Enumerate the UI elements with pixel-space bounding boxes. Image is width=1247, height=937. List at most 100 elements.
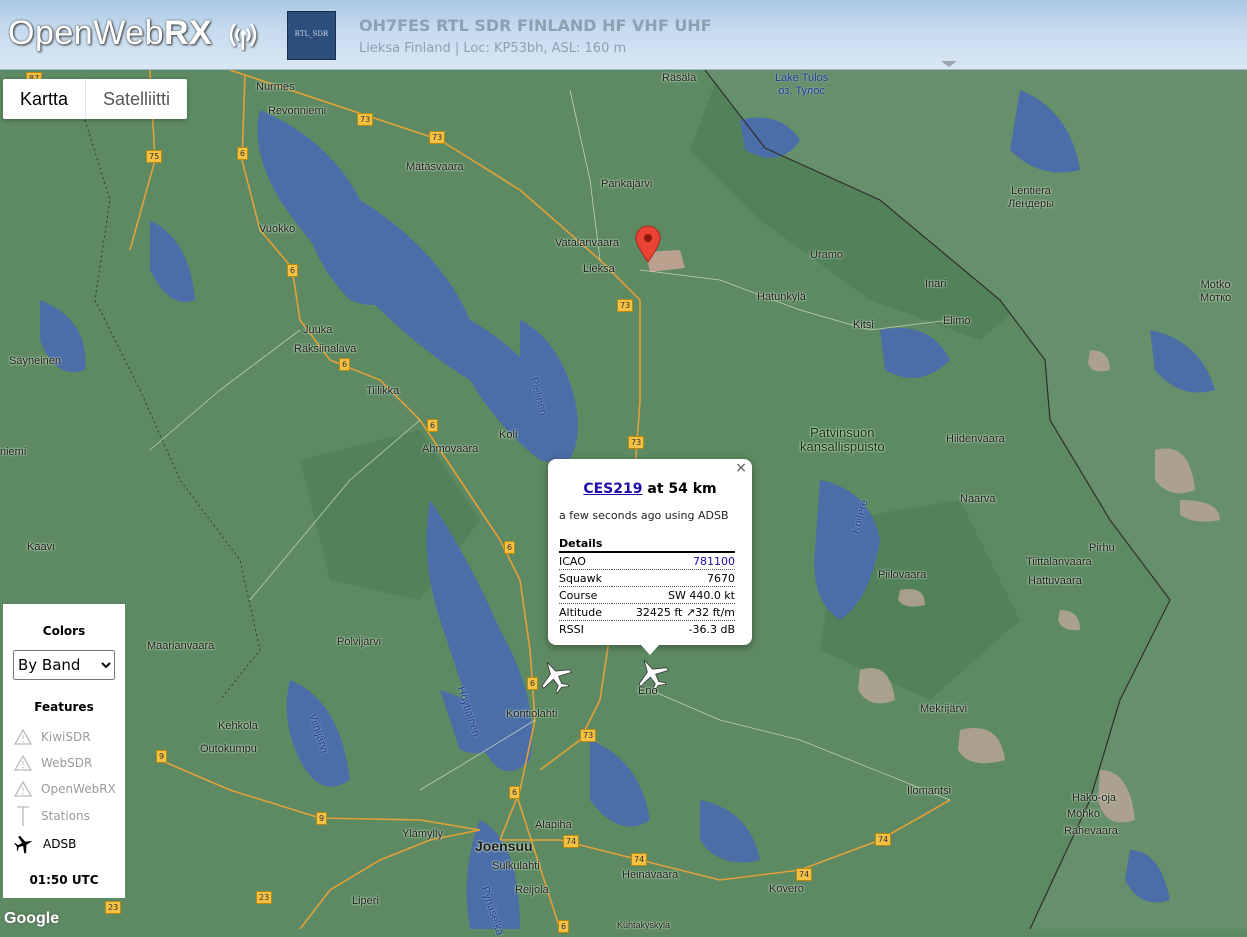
place-name-ru: Лендеры [1008,198,1054,210]
place-label: Piilovaara [878,569,927,581]
road-shield: 6 [427,419,439,432]
google-logo[interactable]: Google [4,910,59,928]
map-type-control: Kartta Satelliitti [3,79,188,119]
place-label: Koli [499,429,518,441]
detail-key: Course [559,588,598,602]
road-shield: 23 [256,891,273,904]
place-name: Lentiera [1011,185,1051,197]
road-shield: 74 [796,868,813,881]
detail-value: SW 440.0 kt [667,588,735,602]
place-label: Outokumpu [200,743,257,755]
popup-close-button[interactable]: × [735,460,747,476]
airplane-icon [14,835,33,854]
park-label: Patvinsuon kansallispuisto [800,426,885,454]
place-label: Naarva [960,493,996,505]
place-label: Kovero [769,883,804,895]
place-label: Kontiolahti [506,708,558,720]
place-label: Liperi [352,895,379,907]
detail-value: 32425 ft ↗32 ft/m [635,605,735,619]
place-label: Tiittalanvaara [1026,556,1092,568]
place-label: Räsälä [662,72,697,84]
utc-clock: 01:50 UTC [29,873,99,887]
lake-name: Lake Tulos [775,72,829,84]
detail-value: 7670 [707,571,735,585]
map-type-satellite-button[interactable]: Satelliitti [86,79,187,119]
antenna-icon [17,806,29,826]
lake-label: Lake Tulos оз. Тулос [775,72,828,98]
place-label: Möhkö [1067,808,1101,820]
station-subtitle: Lieksa Finland | Loc: KP53bh, ASL: 160 m [359,41,627,56]
road-shield: 6 [287,264,299,277]
warning-triangle-icon [13,728,33,745]
park-name-1: Patvinsuon [810,425,875,440]
road-shield: 6 [339,358,351,371]
logo-open: Open [8,14,94,52]
road-shield: 74 [631,853,648,866]
road-shield: 6 [509,786,521,799]
place-label: Räksiinalava [294,343,357,355]
station-avatar-text: RTL_SDR [294,30,329,38]
place-label: Hako-oja [1072,792,1117,804]
road-shield: 9 [316,812,328,825]
map-legend-panel: Colors By Band Features KiwiSDR WebSDR O… [3,604,125,898]
colors-select[interactable]: By Band [13,650,115,680]
detail-value: -36.3 dB [688,622,736,636]
place-label: Säyneinen [9,355,61,367]
detail-key: RSSI [559,622,584,636]
icao-link[interactable]: 781100 [693,555,735,568]
place-label-bilingual: Lentiera Лендеры [1008,185,1054,211]
place-label: Revonniemi [268,105,327,117]
road-shield: 73 [617,299,634,312]
place-label: Kehkola [218,720,258,732]
details-heading: Details [559,537,603,550]
logo-web: Web [93,14,164,52]
place-label: Juuka [303,324,333,336]
feature-toggle-stations[interactable]: Stations [13,804,90,828]
road-shield: 74 [563,835,580,848]
feature-toggle-websdr[interactable]: WebSDR [13,754,92,772]
header-toggle-arrow-icon[interactable] [941,61,957,67]
feature-label: WebSDR [41,756,93,770]
place-label: niemi [0,446,27,458]
table-row: Course SW 440.0 kt [559,586,735,604]
logo-rx: RX [163,14,213,52]
popup-distance: at 54 km [647,481,717,497]
road-shield: 73 [628,436,645,449]
place-label: Maarianvaara [147,640,215,652]
table-row: ICAO 781100 [559,552,735,570]
place-label: Pankajärvi [601,178,653,190]
place-label: Uramo [810,249,844,261]
road-shield: 6 [558,920,570,933]
features-heading: Features [34,700,94,714]
feature-toggle-adsb[interactable]: ADSB [13,834,76,854]
road-shield: 6 [504,541,516,554]
table-row: RSSI -36.3 dB [559,620,736,638]
popup-title: CES219 at 54 km [548,481,752,497]
aircraft-info-popup: × CES219 at 54 km a few seconds ago usin… [548,459,752,655]
place-label: Elimo [943,315,971,327]
map-type-map-button[interactable]: Kartta [3,79,87,119]
details-table: ICAO 781100 Squawk 7670 Course SW 440.0 kt … [559,551,735,637]
place-label: Polvijärvi [337,636,382,648]
place-label: Kitsi [853,319,874,331]
top-header-bar: OpenWebRX RTL_SDR OH7FES RTL SDR FINLAND… [0,0,1247,70]
place-label: Hatunkylä [757,291,806,303]
feature-label: KiwiSDR [41,730,91,744]
place-label: Rahevaara [1064,825,1118,837]
place-label: Heinävaara [622,869,679,881]
place-label: Tiilikka [366,385,400,397]
place-label: Hattuvaara [1028,575,1082,587]
place-label: Ilomantsi [907,785,952,797]
openwebrx-logo[interactable]: OpenWebRX [8,14,212,53]
place-label-bilingual: Motko Мотко [1200,279,1231,305]
place-label: Vatalanvaara [555,237,620,249]
place-label: Ylämylly [402,828,443,840]
city-label: Joensuu [475,838,533,854]
detail-key: Squawk [559,571,603,585]
place-label: Nurmes [256,81,295,93]
feature-toggle-openwebrx[interactable]: OpenWebRX [13,780,116,798]
feature-toggle-kiwisdr[interactable]: KiwiSDR [13,728,91,746]
station-avatar[interactable]: RTL_SDR [287,11,336,60]
radio-waves-icon [229,23,257,50]
callsign-link[interactable]: CES219 [583,481,642,497]
